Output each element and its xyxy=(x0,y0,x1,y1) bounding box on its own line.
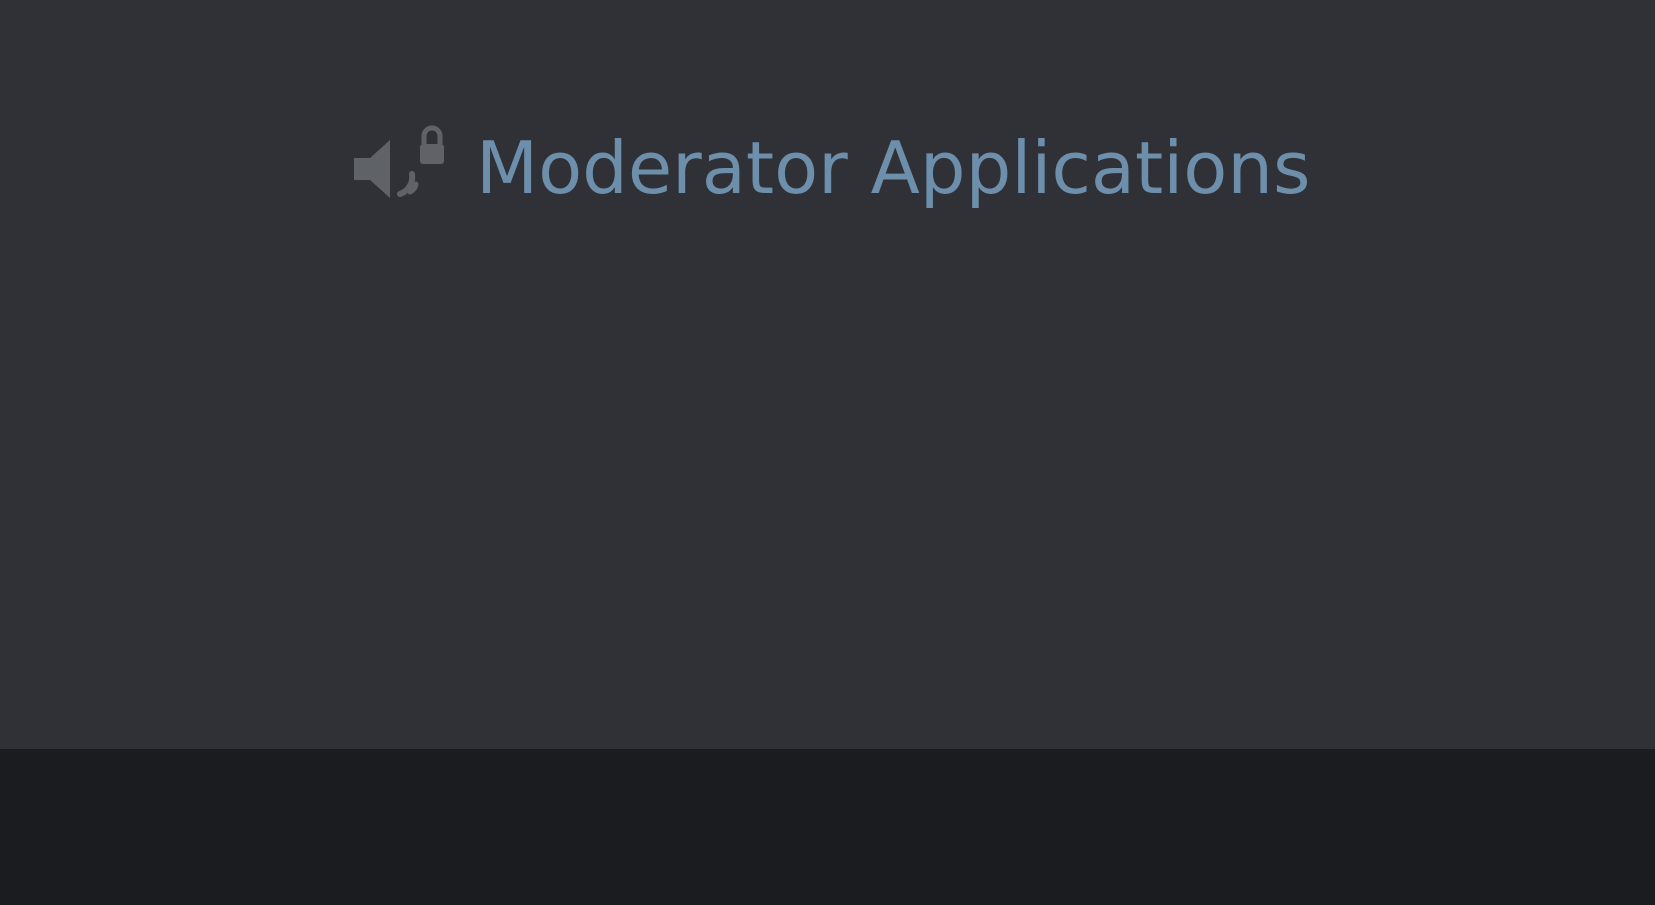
app-window: Moderator Applications xyxy=(0,0,1655,905)
channel-name: Moderator Applications xyxy=(476,126,1311,210)
user-panel xyxy=(0,749,1655,905)
locked-voice-channel-icon xyxy=(350,122,446,214)
channel-list: Moderator Applications xyxy=(0,0,1655,749)
voice-channel-moderator-applications[interactable]: Moderator Applications xyxy=(350,122,1310,214)
